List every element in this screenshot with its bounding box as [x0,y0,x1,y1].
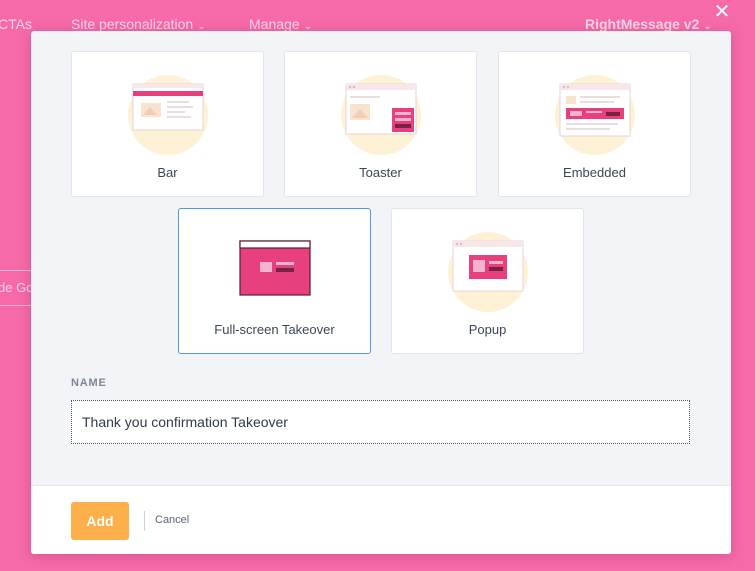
option-card-label: Full-screen Takeover [214,322,335,337]
nav-item-site-personalization: Site personalization ⌄ [71,16,206,32]
bar-preview-icon [127,75,208,155]
option-card-label: Toaster [359,165,402,180]
close-icon[interactable]: ✕ [712,2,732,22]
name-input[interactable] [71,400,690,444]
option-card-embedded[interactable]: Embedded [498,51,691,197]
option-card-label: Popup [468,322,507,337]
add-button[interactable]: Add [71,502,129,540]
option-card-toaster[interactable]: Toaster [284,51,477,197]
nav-item-account: RightMessage v2 ⌄ [585,16,712,32]
cancel-link[interactable]: Cancel [155,514,189,526]
option-card-bar[interactable]: Bar [71,51,264,197]
option-card-label: Embedded [563,165,626,180]
nav-item-manage: Manage ⌄ [249,16,312,32]
nav-item-ctas: CTAs [0,16,32,32]
option-card-full-screen-takeover[interactable]: Full-screen Takeover [178,208,371,354]
toaster-preview-icon [340,75,421,155]
embedded-preview-icon [554,75,635,155]
takeover-preview-icon [238,240,311,296]
background-button-partial: de Go [0,270,34,306]
modal-footer: Add Cancel [31,485,731,554]
name-field-label: NAME [71,377,107,389]
popup-preview-icon [447,232,528,312]
option-card-label: Bar [157,165,178,180]
option-card-popup[interactable]: Popup [391,208,584,354]
create-campaign-modal: Bar Toaster Embedded Full-screen Takeove… [31,31,731,554]
footer-divider [144,511,145,531]
